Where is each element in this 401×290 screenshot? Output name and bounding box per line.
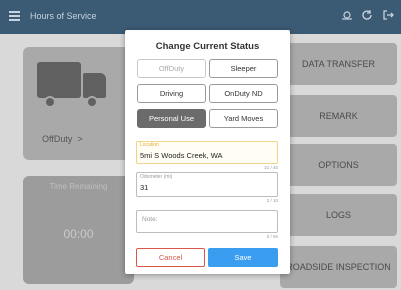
odometer-label: Odometer (mi)	[140, 174, 173, 180]
save-button[interactable]: Save	[208, 248, 278, 267]
gps-icon[interactable]	[340, 8, 354, 22]
dialog-title: Change Current Status	[155, 41, 260, 52]
status-driving-button[interactable]: Driving	[137, 84, 206, 103]
location-label: Location	[140, 142, 159, 148]
time-remaining-value: 00:00	[63, 227, 94, 241]
note-placeholder: Note:	[142, 216, 158, 223]
odometer-value: 31	[140, 183, 149, 192]
status-offduty-button[interactable]: OffDuty	[137, 59, 206, 78]
status-yard-moves-button[interactable]: Yard Moves	[209, 109, 278, 128]
truck-wheel-icon	[86, 96, 98, 108]
truck-cab-icon	[83, 73, 106, 98]
truck-wheel-icon	[44, 96, 56, 108]
status-personal-use-button[interactable]: Personal Use	[137, 109, 206, 128]
cancel-button[interactable]: Cancel	[136, 248, 205, 267]
truck-icon	[37, 62, 81, 98]
menu-icon[interactable]	[9, 11, 20, 21]
refresh-icon[interactable]	[360, 8, 374, 22]
roadside-inspection-button[interactable]: ROADSIDE INSPECTION	[280, 246, 397, 288]
logout-icon[interactable]	[381, 8, 395, 22]
note-char-count: 0 / 60	[266, 234, 278, 239]
app-title: Hours of Service	[30, 11, 97, 21]
status-sleeper-button[interactable]: Sleeper	[209, 59, 278, 78]
data-transfer-button[interactable]: DATA TRANSFER	[280, 43, 397, 85]
location-char-count: 21 / 40	[264, 165, 278, 170]
logs-button[interactable]: LOGS	[280, 194, 397, 236]
remark-button[interactable]: REMARK	[280, 95, 397, 137]
location-value: 5mi S Woods Creek, WA	[140, 151, 223, 160]
options-button[interactable]: OPTIONS	[280, 144, 397, 186]
time-remaining-label: Time Remaining	[49, 182, 108, 191]
app-bar: Hours of Service	[0, 0, 401, 34]
odometer-char-count: 2 / 10	[266, 198, 278, 203]
current-status-label: OffDuty >	[42, 134, 83, 144]
status-onduty-nd-button[interactable]: OnDuty ND	[209, 84, 278, 103]
